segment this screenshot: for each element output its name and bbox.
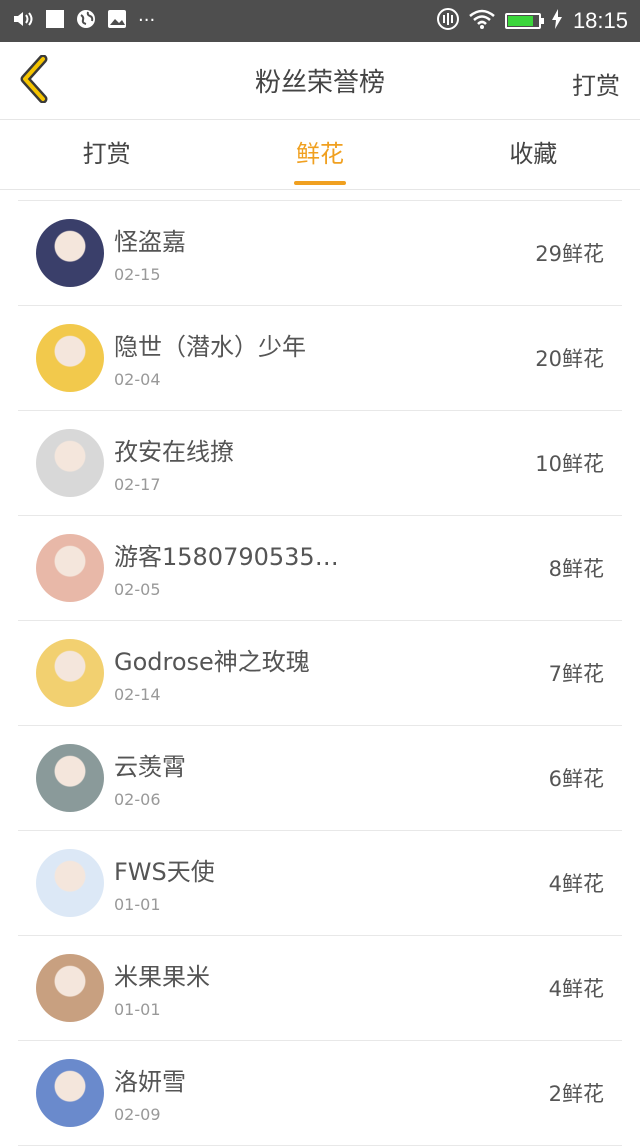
fan-info: 怪盗嘉 02-15 (114, 222, 535, 284)
volume-icon (12, 10, 34, 32)
fan-list: 怪盗嘉 02-15 29鲜花隐世（潜水）少年 02-04 20鲜花孜安在线撩 02-17 1… (18, 200, 622, 1146)
fan-date: 02-09 (114, 1105, 161, 1124)
wifi-icon (469, 9, 495, 33)
flower-count: 7鲜花 (548, 662, 604, 686)
avatar[interactable] (36, 429, 104, 497)
fan-date: 02-15 (114, 265, 161, 284)
list-item[interactable]: 洛妍雪 02-09 2鲜花 (18, 1041, 622, 1146)
tab-flowers[interactable]: 鲜花 (213, 120, 426, 189)
list-item[interactable]: 孜安在线撩 02-17 10鲜花 (18, 411, 622, 516)
fan-name: FWS天使 (114, 858, 215, 886)
fan-info: 米果果米 01-01 (114, 957, 549, 1019)
fan-name: 洛妍雪 (114, 1068, 186, 1096)
fan-date: 02-05 (114, 580, 161, 599)
avatar[interactable] (36, 849, 104, 917)
globe-icon (76, 9, 96, 33)
list-item[interactable]: 隐世（潜水）少年 02-04 20鲜花 (18, 306, 622, 411)
status-bar: ··· 18:15 (0, 0, 640, 42)
fan-name: 孜安在线撩 (114, 438, 234, 466)
flower-count: 2鲜花 (548, 1082, 604, 1106)
flower-count: 29鲜花 (535, 242, 604, 266)
avatar[interactable] (36, 1059, 104, 1127)
list-item[interactable]: 米果果米 01-01 4鲜花 (18, 936, 622, 1041)
fan-name: 游客1580790535… (114, 543, 339, 571)
back-button[interactable] (14, 54, 54, 107)
tab-label: 鲜花 (295, 140, 344, 168)
fan-info: 游客1580790535… 02-05 (114, 537, 549, 599)
fan-date: 01-01 (114, 1000, 161, 1019)
fan-name: Godrose神之玫瑰 (114, 648, 310, 676)
fan-date: 02-06 (114, 790, 161, 809)
tab-label: 打赏 (82, 140, 131, 168)
chevron-left-icon (17, 54, 51, 107)
list-item[interactable]: FWS天使 01-01 4鲜花 (18, 831, 622, 936)
fan-name: 隐世（潜水）少年 (114, 333, 306, 361)
list-item[interactable]: Godrose神之玫瑰 02-14 7鲜花 (18, 621, 622, 726)
more-icon: ··· (138, 10, 156, 31)
tab-favorites[interactable]: 收藏 (427, 120, 640, 189)
flower-count: 6鲜花 (548, 767, 604, 791)
header: 粉丝荣誉榜 打赏 (0, 42, 640, 120)
battery-icon (504, 13, 544, 29)
list-item[interactable]: 云羡霄 02-06 6鲜花 (18, 726, 622, 831)
charging-icon (551, 9, 563, 33)
vibrate-icon (436, 8, 459, 34)
tab-reward[interactable]: 打赏 (0, 120, 213, 189)
flower-count: 4鲜花 (548, 977, 604, 1001)
fan-info: 孜安在线撩 02-17 (114, 432, 535, 494)
list-item[interactable]: 怪盗嘉 02-15 29鲜花 (18, 201, 622, 306)
tab-label: 收藏 (509, 140, 558, 168)
active-tab-indicator (293, 181, 346, 185)
fan-info: 隐世（潜水）少年 02-04 (114, 327, 535, 389)
fan-date: 02-14 (114, 685, 161, 704)
avatar[interactable] (36, 219, 104, 287)
flower-count: 4鲜花 (548, 872, 604, 896)
fan-name: 怪盗嘉 (114, 228, 186, 256)
battery-level (507, 16, 534, 26)
clock: 18:15 (572, 8, 628, 33)
avatar[interactable] (36, 534, 104, 602)
fan-info: Godrose神之玫瑰 02-14 (114, 642, 549, 704)
image-icon (108, 10, 126, 32)
flower-count: 20鲜花 (535, 347, 604, 371)
avatar[interactable] (36, 639, 104, 707)
fan-name: 米果果米 (114, 963, 210, 991)
avatar[interactable] (36, 954, 104, 1022)
flower-count: 10鲜花 (535, 452, 604, 476)
fan-info: 云羡霄 02-06 (114, 747, 549, 809)
reward-button[interactable]: 打赏 (572, 66, 620, 101)
list-item[interactable]: 游客1580790535… 02-05 8鲜花 (18, 516, 622, 621)
fan-info: 洛妍雪 02-09 (114, 1062, 549, 1124)
fan-date: 02-17 (114, 475, 161, 494)
fan-name: 云羡霄 (114, 753, 186, 781)
page-title: 粉丝荣誉榜 (254, 68, 385, 98)
avatar[interactable] (36, 744, 104, 812)
tab-bar: 打赏 鲜花 收藏 (0, 120, 640, 190)
flower-count: 8鲜花 (548, 557, 604, 581)
fan-date: 01-01 (114, 895, 161, 914)
avatar[interactable] (36, 324, 104, 392)
fan-info: FWS天使 01-01 (114, 852, 549, 914)
fan-date: 02-04 (114, 370, 161, 389)
square-icon (46, 10, 64, 32)
